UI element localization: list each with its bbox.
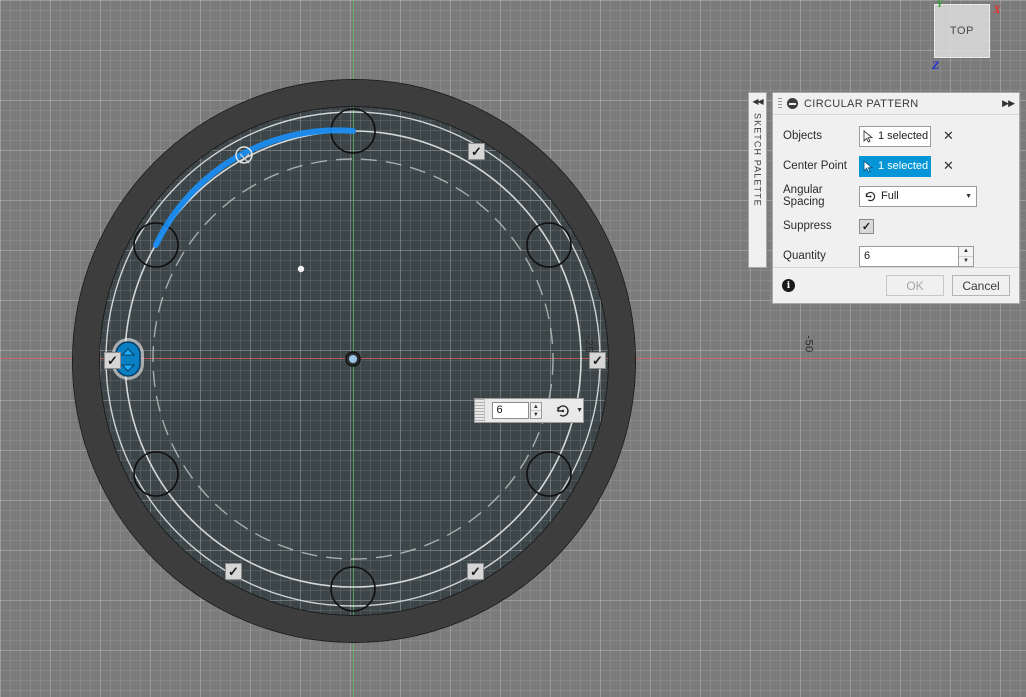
- objects-selection-value: 1 selected: [878, 130, 928, 142]
- pattern-instance-check-2[interactable]: ✓: [589, 352, 606, 369]
- pattern-instance-check-3[interactable]: ✓: [467, 563, 484, 580]
- angular-spacing-value: Full: [881, 190, 965, 202]
- selection-cursor-icon: [863, 130, 874, 143]
- center-point-selection-field[interactable]: 1 selected: [859, 156, 931, 177]
- dialog-footer: i OK Cancel: [773, 267, 1019, 303]
- center-point-selection-value: 1 selected: [878, 160, 928, 172]
- double-chevron-left-icon[interactable]: ◀◀: [752, 97, 762, 107]
- stepper-down-icon[interactable]: ▼: [531, 411, 541, 418]
- quantity-control[interactable]: 6 ▲ ▼: [859, 246, 974, 267]
- axis-label-z: Z: [932, 58, 939, 73]
- stepper-up-icon[interactable]: ▲: [959, 247, 973, 257]
- view-cube[interactable]: TOP: [934, 4, 990, 58]
- drag-grip-icon[interactable]: [778, 98, 782, 109]
- row-angular-spacing: Angular Spacing Full ▼: [773, 181, 1019, 211]
- circular-pattern-icon[interactable]: [554, 402, 572, 420]
- row-suppress: Suppress ✓: [773, 211, 1019, 241]
- quantity-label: Quantity: [783, 250, 859, 262]
- sketch-palette-tab[interactable]: ◀◀ SKETCH PALETTE: [748, 92, 767, 268]
- cad-viewport[interactable]: -50 -25 ✓ ✓ ✓ ✓ ✓ 6 ▲ ▼ ▼ TOP X Z Y ◀◀ S…: [0, 0, 1026, 697]
- dimension-label-minus-25: -25: [583, 335, 595, 352]
- dialog-titlebar[interactable]: CIRCULAR PATTERN ▶▶: [773, 93, 1019, 115]
- dialog-buttons: OK Cancel: [886, 275, 1010, 296]
- pattern-instance-check-1[interactable]: ✓: [468, 143, 485, 160]
- pattern-instance-check-4[interactable]: ✓: [225, 563, 242, 580]
- dialog-title: CIRCULAR PATTERN: [804, 98, 1002, 110]
- circular-pattern-dialog[interactable]: CIRCULAR PATTERN ▶▶ Objects 1 selected ✕…: [772, 92, 1020, 304]
- row-objects: Objects 1 selected ✕: [773, 121, 1019, 151]
- objects-label: Objects: [783, 130, 859, 142]
- suppress-label: Suppress: [783, 220, 859, 232]
- angular-spacing-select[interactable]: Full ▼: [859, 186, 977, 207]
- caret-down-icon[interactable]: ▼: [576, 407, 583, 414]
- axis-label-x: X: [993, 2, 1001, 17]
- axis-label-y: Y: [937, 0, 943, 9]
- row-center-point: Center Point 1 selected ✕: [773, 151, 1019, 181]
- quantity-stepper[interactable]: ▲ ▼: [959, 246, 974, 267]
- dimension-label-minus-50: -50: [803, 335, 815, 352]
- cancel-button[interactable]: Cancel: [952, 275, 1010, 296]
- sketch-palette-label: SKETCH PALETTE: [753, 113, 763, 207]
- ok-button[interactable]: OK: [886, 275, 944, 296]
- info-icon[interactable]: i: [782, 279, 795, 292]
- view-cube-face-top[interactable]: TOP: [934, 4, 990, 58]
- inline-quantity-input[interactable]: 6: [492, 402, 528, 419]
- pattern-instance-check-5[interactable]: ✓: [104, 352, 121, 369]
- suppress-checkbox[interactable]: ✓: [859, 219, 874, 234]
- minus-circle-icon[interactable]: [787, 98, 798, 109]
- angular-spacing-label: Angular Spacing: [783, 184, 859, 208]
- objects-clear-icon[interactable]: ✕: [943, 130, 954, 143]
- model-body-ring[interactable]: [73, 80, 635, 642]
- caret-down-icon[interactable]: ▼: [965, 193, 972, 200]
- angular-spacing-icon: [864, 190, 877, 203]
- drag-grip-icon[interactable]: [475, 399, 485, 422]
- inline-quantity-stepper[interactable]: ▲ ▼: [530, 402, 542, 419]
- dialog-rows: Objects 1 selected ✕ Center Point 1 sele…: [773, 115, 1019, 271]
- inline-quantity-manipulator[interactable]: 6 ▲ ▼ ▼: [474, 398, 584, 423]
- selection-cursor-icon: [863, 160, 874, 173]
- objects-selection-field[interactable]: 1 selected: [859, 126, 931, 147]
- stepper-up-icon[interactable]: ▲: [531, 403, 541, 411]
- center-point-clear-icon[interactable]: ✕: [943, 160, 954, 173]
- quantity-input[interactable]: 6: [859, 246, 959, 267]
- stepper-down-icon[interactable]: ▼: [959, 257, 973, 266]
- double-chevron-right-icon[interactable]: ▶▶: [1002, 98, 1014, 109]
- center-point-label: Center Point: [783, 160, 859, 172]
